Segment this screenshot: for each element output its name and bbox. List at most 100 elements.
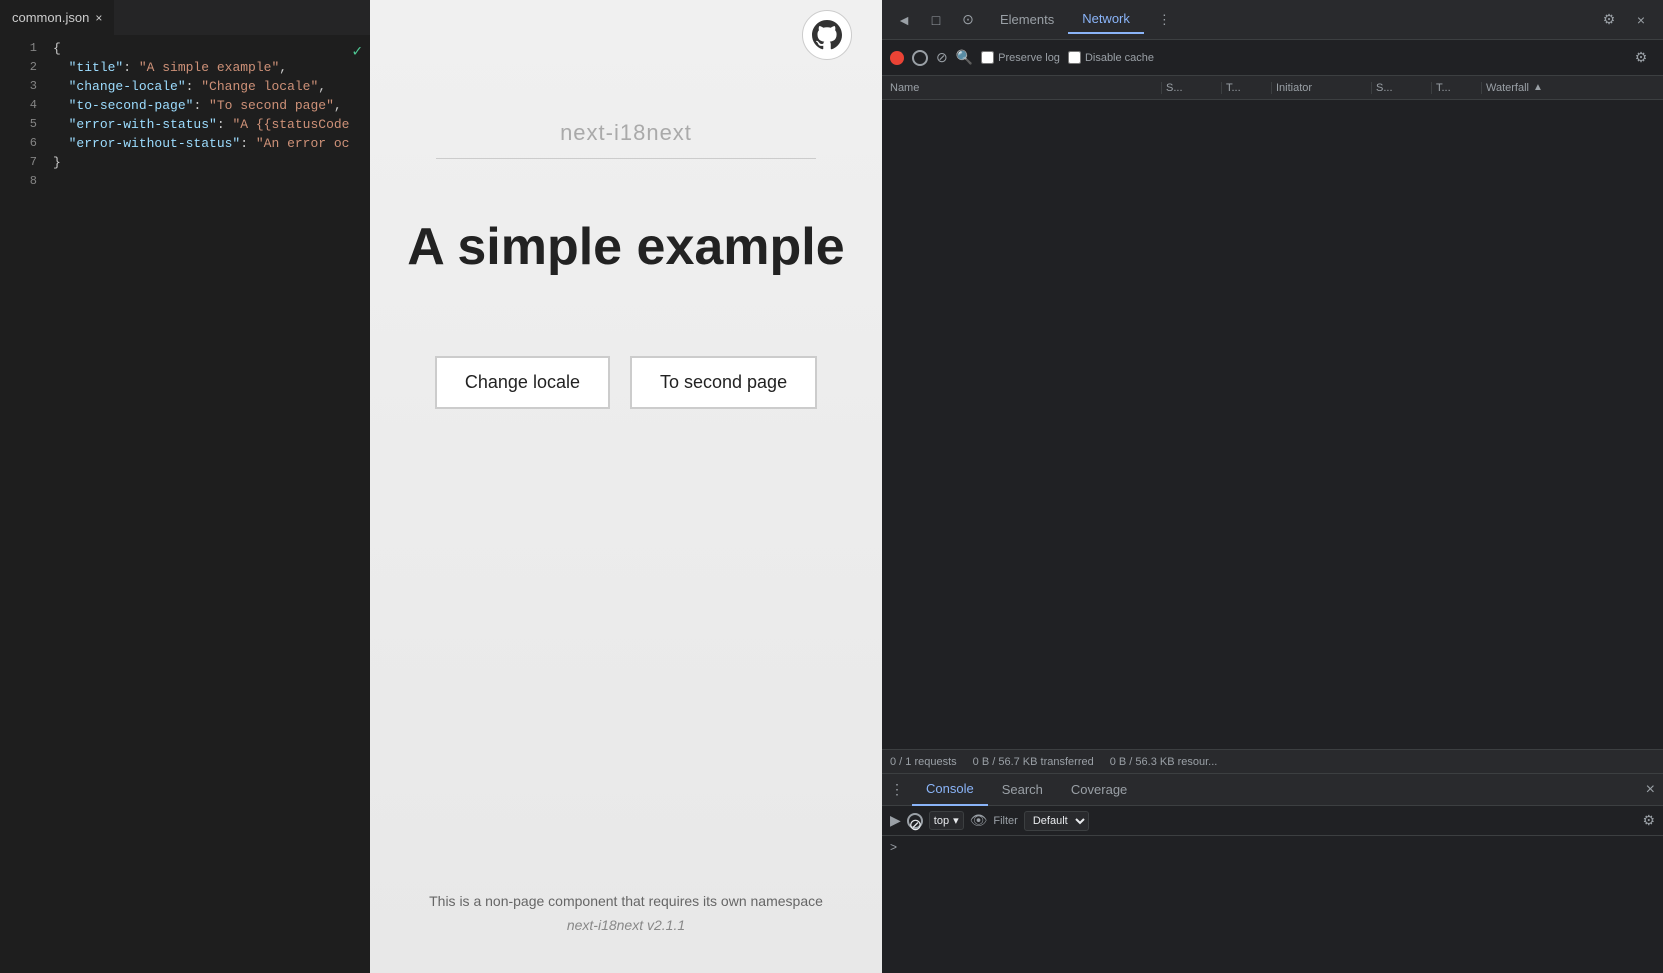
clear-button[interactable] bbox=[912, 50, 928, 66]
devtools-tabs: Elements Network ⋮ bbox=[986, 6, 1591, 34]
console-exec-icon[interactable]: ▶ bbox=[890, 812, 901, 829]
network-toolbar: ⊘ 🔍 Preserve log Disable cache ⚙ bbox=[882, 40, 1663, 76]
col-initiator-header[interactable]: Initiator bbox=[1272, 82, 1372, 94]
change-locale-button[interactable]: Change locale bbox=[435, 356, 610, 409]
editor-panel: common.json × 1 2 3 4 5 6 7 8 { "title":… bbox=[0, 0, 370, 973]
code-line bbox=[53, 172, 362, 191]
github-icon bbox=[812, 20, 842, 50]
tab-more[interactable]: ⋮ bbox=[1144, 6, 1185, 34]
tab-more-icon: ⋮ bbox=[1158, 12, 1171, 28]
disable-cache-checkbox[interactable] bbox=[1068, 51, 1081, 64]
col-size-header[interactable]: S... bbox=[1372, 82, 1432, 94]
github-button[interactable] bbox=[802, 10, 852, 60]
console-filter-label: Filter bbox=[993, 815, 1017, 827]
editor-content: 1 2 3 4 5 6 7 8 { "title": "A simple exa… bbox=[0, 35, 370, 973]
console-chevron-icon: > bbox=[890, 840, 897, 854]
browser-panel: next-i18next A simple example Change loc… bbox=[370, 0, 882, 973]
code-area[interactable]: { "title": "A simple example", "change-l… bbox=[45, 35, 370, 973]
line-num: 6 bbox=[0, 134, 37, 153]
code-line: "title": "A simple example", bbox=[53, 58, 362, 77]
line-num: 8 bbox=[0, 172, 37, 191]
code-line: "change-locale": "Change locale", bbox=[53, 77, 362, 96]
tab-filename: common.json bbox=[12, 10, 89, 25]
console-block-icon[interactable]: ⊘ bbox=[907, 813, 923, 829]
devtools-settings-btn[interactable]: ⚙ bbox=[1595, 6, 1623, 34]
line-num: 4 bbox=[0, 96, 37, 115]
line-num: 1 bbox=[0, 39, 37, 58]
code-line: "to-second-page": "To second page", bbox=[53, 96, 362, 115]
disable-cache-text: Disable cache bbox=[1085, 52, 1154, 64]
col-name-header[interactable]: Name bbox=[882, 82, 1162, 94]
console-context-label: top bbox=[934, 815, 949, 827]
waterfall-label: Waterfall bbox=[1486, 82, 1529, 94]
transferred-size: 0 B / 56.7 KB transferred bbox=[973, 756, 1094, 768]
preserve-log-label[interactable]: Preserve log bbox=[981, 51, 1060, 64]
col-type-header[interactable]: T... bbox=[1222, 82, 1272, 94]
devtools-close-btn[interactable]: × bbox=[1627, 6, 1655, 34]
console-drawer-btn[interactable]: ⊙ bbox=[954, 6, 982, 34]
console-body[interactable]: > bbox=[882, 836, 1663, 973]
code-line: } bbox=[53, 153, 362, 172]
inspect-element-btn[interactable]: ◄ bbox=[890, 6, 918, 34]
console-prompt: > bbox=[890, 840, 1655, 854]
resources-size: 0 B / 56.3 KB resour... bbox=[1110, 756, 1218, 768]
console-panel: ⋮ Console Search Coverage × ▶ ⊘ top ▾ 👁 … bbox=[882, 773, 1663, 973]
tab-network-label: Network bbox=[1082, 11, 1130, 26]
page-title: A simple example bbox=[407, 219, 844, 276]
console-tab-console[interactable]: Console bbox=[912, 774, 988, 806]
footer-namespace-text: This is a non-page component that requir… bbox=[370, 893, 882, 909]
console-tab-label: Console bbox=[926, 781, 974, 796]
console-tab-search[interactable]: Search bbox=[988, 774, 1057, 806]
coverage-tab-label: Coverage bbox=[1071, 782, 1127, 797]
line-num: 2 bbox=[0, 58, 37, 77]
search-tab-label: Search bbox=[1002, 782, 1043, 797]
line-num: 5 bbox=[0, 115, 37, 134]
page-subtitle: next-i18next bbox=[560, 120, 692, 146]
editor-tab-bar: common.json × bbox=[0, 0, 370, 35]
line-num: 3 bbox=[0, 77, 37, 96]
filter-icon[interactable]: ⊘ bbox=[936, 49, 948, 66]
col-status-header[interactable]: S... bbox=[1162, 82, 1222, 94]
line-num: 7 bbox=[0, 153, 37, 172]
console-toolbar: ▶ ⊘ top ▾ 👁 Filter Default ⚙ bbox=[882, 806, 1663, 836]
code-line: "error-without-status": "An error oc bbox=[53, 134, 362, 153]
waterfall-sort-icon: ▲ bbox=[1533, 82, 1543, 93]
preserve-log-text: Preserve log bbox=[998, 52, 1060, 64]
preserve-log-checkbox[interactable] bbox=[981, 51, 994, 64]
devtools-topbar: ◄ □ ⊙ Elements Network ⋮ ⚙ × bbox=[882, 0, 1663, 40]
search-network-icon[interactable]: 🔍 bbox=[956, 49, 973, 66]
col-time-header[interactable]: T... bbox=[1432, 82, 1482, 94]
console-more-icon[interactable]: ⋮ bbox=[890, 781, 904, 798]
browser-content: next-i18next A simple example Change loc… bbox=[370, 0, 882, 973]
network-table-header: Name S... T... Initiator S... T... Water… bbox=[882, 76, 1663, 100]
console-settings-icon[interactable]: ⚙ bbox=[1642, 812, 1655, 829]
tab-elements-label: Elements bbox=[1000, 12, 1054, 27]
line-numbers: 1 2 3 4 5 6 7 8 bbox=[0, 35, 45, 973]
editor-check-icon: ✓ bbox=[352, 41, 362, 61]
console-eye-icon[interactable]: 👁 bbox=[970, 812, 988, 829]
devtools-panel: ◄ □ ⊙ Elements Network ⋮ ⚙ × ⊘ 🔍 Preserv… bbox=[882, 0, 1663, 973]
tab-close-icon[interactable]: × bbox=[95, 11, 102, 25]
page-divider bbox=[436, 158, 816, 159]
device-toolbar-btn[interactable]: □ bbox=[922, 6, 950, 34]
console-context-arrow: ▾ bbox=[953, 814, 959, 827]
console-close-button[interactable]: × bbox=[1646, 781, 1655, 799]
tab-network[interactable]: Network bbox=[1068, 6, 1144, 34]
console-filter-select[interactable]: Default bbox=[1024, 811, 1089, 831]
col-waterfall-header[interactable]: Waterfall ▲ bbox=[1482, 82, 1663, 94]
footer-version-text: next-i18next v2.1.1 bbox=[370, 917, 882, 933]
record-button[interactable] bbox=[890, 51, 904, 65]
network-body[interactable] bbox=[882, 100, 1663, 749]
network-settings-btn[interactable]: ⚙ bbox=[1627, 44, 1655, 72]
console-context-select[interactable]: top ▾ bbox=[929, 811, 964, 830]
to-second-page-button[interactable]: To second page bbox=[630, 356, 817, 409]
code-line: "error-with-status": "A {{statusCode bbox=[53, 115, 362, 134]
tab-elements[interactable]: Elements bbox=[986, 6, 1068, 34]
editor-tab[interactable]: common.json × bbox=[0, 0, 115, 35]
disable-cache-label[interactable]: Disable cache bbox=[1068, 51, 1154, 64]
status-bar: 0 / 1 requests 0 B / 56.7 KB transferred… bbox=[882, 749, 1663, 773]
code-line: { bbox=[53, 39, 362, 58]
page-footer: This is a non-page component that requir… bbox=[370, 893, 882, 933]
console-tab-coverage[interactable]: Coverage bbox=[1057, 774, 1141, 806]
console-tab-bar: ⋮ Console Search Coverage × bbox=[882, 774, 1663, 806]
